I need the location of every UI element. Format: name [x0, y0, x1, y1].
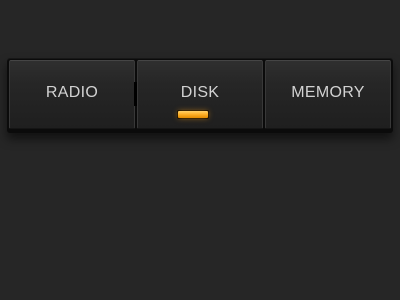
memory-button-label: MEMORY — [291, 83, 365, 101]
disk-button-label: DISK — [180, 83, 220, 101]
memory-button[interactable]: MEMORY — [265, 60, 391, 129]
page-background: RADIO DISK MEMORY — [0, 0, 400, 300]
active-mode-indicator — [177, 110, 209, 119]
mode-selector-bar: RADIO DISK MEMORY — [7, 58, 393, 133]
active-mode-indicator-light — [178, 111, 208, 118]
radio-button[interactable]: RADIO — [9, 60, 135, 129]
radio-button-label: RADIO — [45, 83, 99, 101]
